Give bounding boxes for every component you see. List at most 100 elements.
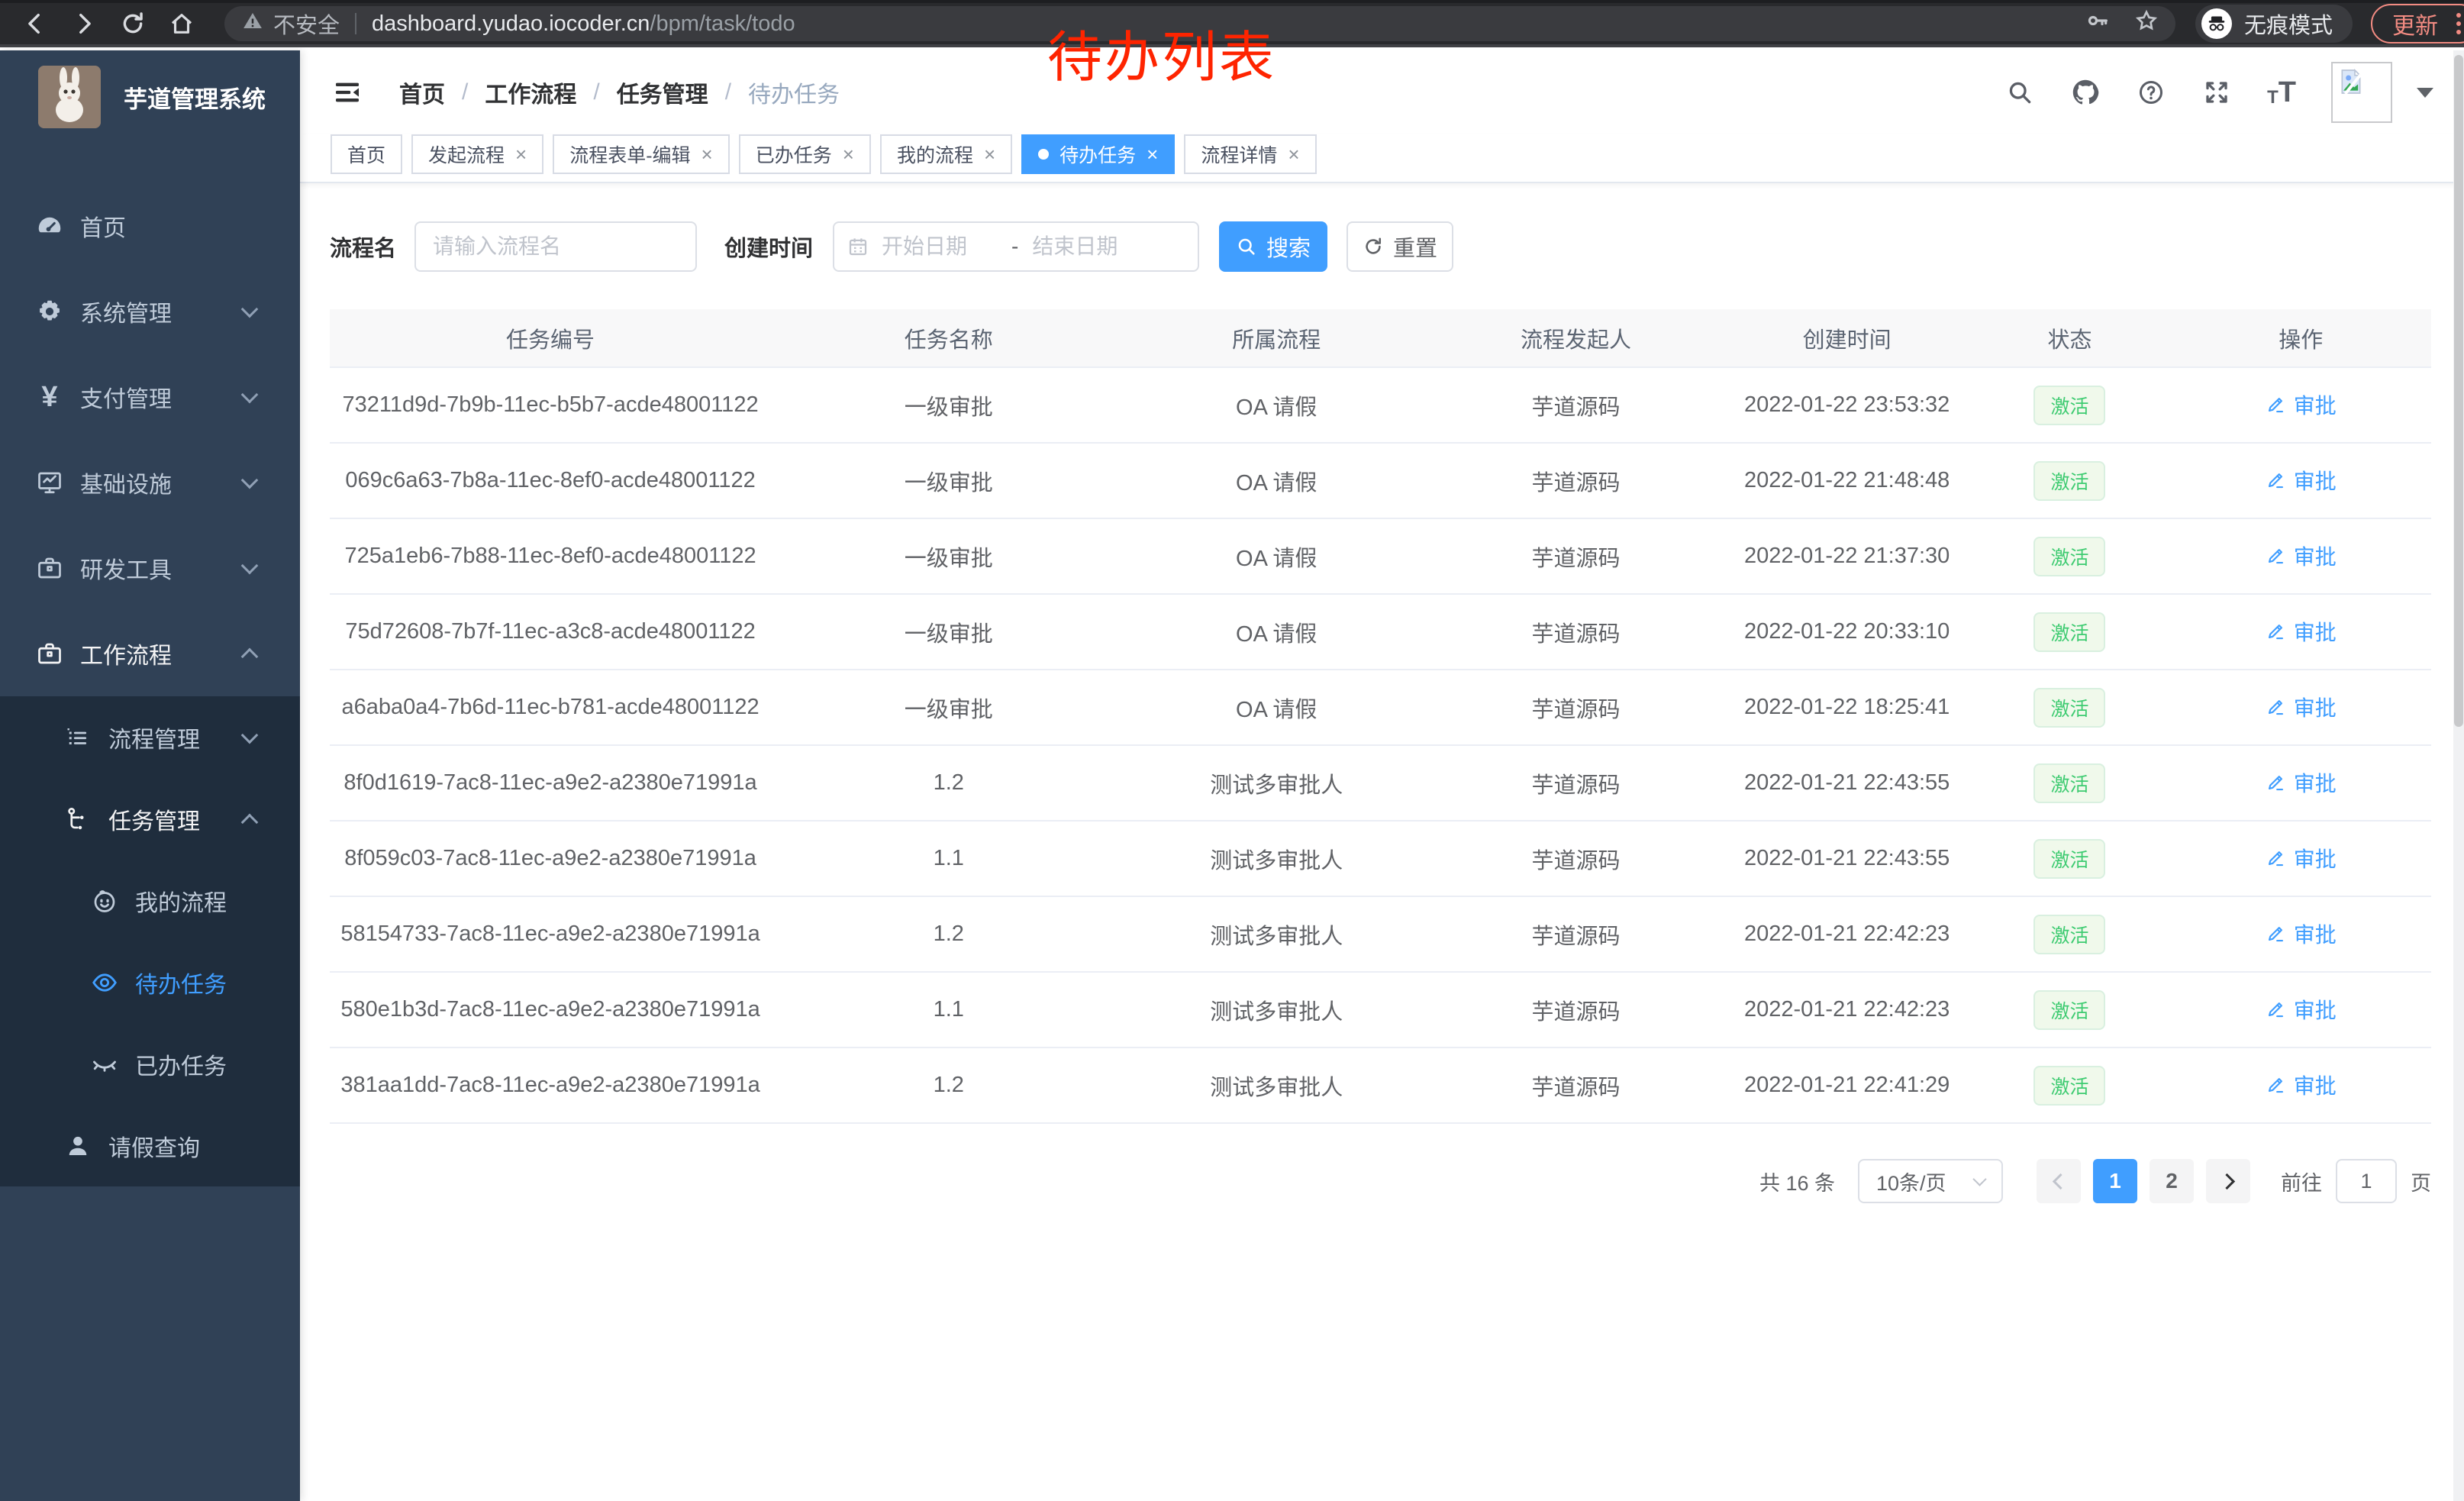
update-button[interactable]: 更新	[2371, 4, 2464, 44]
breadcrumb-item[interactable]: 首页	[399, 76, 445, 109]
chevron-down-icon	[241, 301, 259, 318]
approve-link[interactable]: 审批	[2266, 616, 2337, 647]
tree-icon	[63, 804, 93, 834]
sidebar-item-process-management[interactable]: 流程管理	[0, 696, 300, 778]
dashboard-icon	[34, 211, 65, 241]
create-time-cell: 2022-01-21 22:43:55	[1725, 770, 1969, 796]
sidebar-item-label: 请假查询	[108, 1129, 200, 1163]
tab-home[interactable]: 首页	[331, 134, 402, 174]
font-size-icon[interactable]: TT	[2267, 78, 2296, 107]
breadcrumb-item[interactable]: 工作流程	[485, 76, 576, 109]
fullscreen-icon[interactable]	[2201, 77, 2232, 108]
task-name-cell: 一级审批	[771, 692, 1126, 724]
sidebar-item-payment-management[interactable]: ¥支付管理	[0, 354, 300, 440]
process-name-input[interactable]	[414, 221, 697, 272]
status-cell: 激活	[1969, 688, 2170, 728]
update-label[interactable]: 更新	[2392, 7, 2438, 40]
approve-link[interactable]: 审批	[2266, 692, 2337, 722]
process-cell: 测试多审批人	[1126, 767, 1427, 799]
back-icon[interactable]	[11, 3, 60, 44]
close-icon[interactable]: ×	[1288, 144, 1299, 164]
security-label[interactable]: 不安全	[273, 8, 340, 40]
reload-icon[interactable]	[108, 3, 157, 44]
search-button[interactable]: 搜索	[1219, 221, 1327, 272]
starter-cell: 芋道源码	[1427, 541, 1725, 573]
start-date-input[interactable]	[869, 234, 1010, 259]
process-cell: 测试多审批人	[1126, 1070, 1427, 1102]
close-icon[interactable]: ×	[1147, 144, 1158, 164]
help-icon[interactable]	[2136, 77, 2166, 108]
sidebar-item-label: 待办任务	[135, 966, 227, 999]
process-cell: 测试多审批人	[1126, 843, 1427, 875]
close-icon[interactable]: ×	[843, 144, 854, 164]
avatar-caret-icon[interactable]	[2417, 88, 2433, 98]
key-icon[interactable]	[2085, 8, 2110, 39]
approve-link[interactable]: 审批	[2266, 767, 2337, 798]
close-icon[interactable]: ×	[515, 144, 527, 164]
column-header: 所属流程	[1126, 322, 1427, 354]
tab-process-detail[interactable]: 流程详情×	[1184, 134, 1316, 174]
breadcrumb-item[interactable]: 任务管理	[617, 76, 708, 109]
sidebar-item-home[interactable]: 首页	[0, 183, 300, 269]
tab-todo-tasks[interactable]: 待办任务×	[1021, 134, 1175, 174]
end-date-input[interactable]	[1020, 234, 1160, 259]
prev-page-button[interactable]	[2037, 1159, 2081, 1203]
starter-cell: 芋道源码	[1427, 616, 1725, 648]
close-icon[interactable]: ×	[984, 144, 995, 164]
page-size-select[interactable]: 10条/页	[1858, 1159, 2003, 1203]
page-button-1[interactable]: 1	[2093, 1159, 2137, 1203]
avatar[interactable]	[2331, 62, 2392, 123]
sidebar-item-label: 研发工具	[80, 551, 172, 585]
star-icon[interactable]	[2134, 8, 2159, 39]
tab-bar: 首页发起流程×流程表单-编辑×已办任务×我的流程×待办任务×流程详情×	[300, 134, 2464, 183]
tab-my-process[interactable]: 我的流程×	[880, 134, 1012, 174]
next-page-button[interactable]	[2206, 1159, 2250, 1203]
app-logo[interactable]: 芋道管理系统	[0, 50, 300, 144]
eye-closed-icon	[89, 1049, 120, 1080]
sidebar-item-dev-tools[interactable]: 研发工具	[0, 525, 300, 611]
todo-table: 任务编号任务名称所属流程流程发起人创建时间状态操作 73211d9d-7b9b-…	[330, 309, 2431, 1124]
sidebar-item-task-management[interactable]: 任务管理	[0, 778, 300, 860]
approve-link[interactable]: 审批	[2266, 843, 2337, 873]
approve-link[interactable]: 审批	[2266, 994, 2337, 1025]
sidebar-item-label: 首页	[80, 209, 126, 243]
tab-label: 已办任务	[756, 140, 832, 168]
task-name-cell: 一级审批	[771, 465, 1126, 497]
gear-icon	[34, 296, 65, 327]
sidebar-item-system-management[interactable]: 系统管理	[0, 269, 300, 354]
task-name-cell: 一级审批	[771, 541, 1126, 573]
approve-link[interactable]: 审批	[2266, 465, 2337, 495]
scrollbar-thumb[interactable]	[2454, 55, 2463, 727]
goto-page-input[interactable]	[2336, 1159, 2397, 1203]
breadcrumb-separator: /	[462, 79, 468, 105]
scrollbar[interactable]	[2453, 50, 2464, 1501]
approve-link[interactable]: 审批	[2266, 541, 2337, 571]
reset-button[interactable]: 重置	[1346, 221, 1453, 272]
process-cell: 测试多审批人	[1126, 994, 1427, 1026]
starter-cell: 芋道源码	[1427, 1070, 1725, 1102]
approve-link[interactable]: 审批	[2266, 1070, 2337, 1100]
tab-label: 首页	[347, 140, 385, 168]
close-icon[interactable]: ×	[701, 144, 713, 164]
approve-link[interactable]: 审批	[2266, 389, 2337, 420]
tab-done-tasks[interactable]: 已办任务 ×	[739, 134, 871, 174]
home-icon[interactable]	[157, 3, 206, 44]
sidebar-item-todo-tasks[interactable]: 待办任务	[0, 941, 300, 1023]
sidebar-item-workflow[interactable]: 工作流程	[0, 611, 300, 696]
sidebar-item-infrastructure[interactable]: 基础设施	[0, 440, 300, 525]
page-button-2[interactable]: 2	[2150, 1159, 2194, 1203]
github-icon[interactable]	[2070, 77, 2101, 108]
sidebar-item-done-tasks[interactable]: 已办任务	[0, 1023, 300, 1105]
sidebar-item-my-process[interactable]: 我的流程	[0, 860, 300, 941]
approve-link[interactable]: 审批	[2266, 918, 2337, 949]
forward-icon[interactable]	[60, 3, 108, 44]
tab-process-form-edit[interactable]: 流程表单-编辑×	[553, 134, 730, 174]
action-cell: 审批	[2171, 692, 2431, 724]
status-badge: 激活	[2033, 763, 2105, 803]
search-icon[interactable]	[2004, 77, 2035, 108]
sidebar-item-leave-query[interactable]: 请假查询	[0, 1105, 300, 1186]
collapse-sidebar-icon[interactable]	[331, 77, 364, 108]
browser-menu-icon[interactable]	[2452, 13, 2464, 34]
date-range-picker[interactable]: -	[833, 221, 1199, 272]
tab-start-process[interactable]: 发起流程×	[411, 134, 543, 174]
